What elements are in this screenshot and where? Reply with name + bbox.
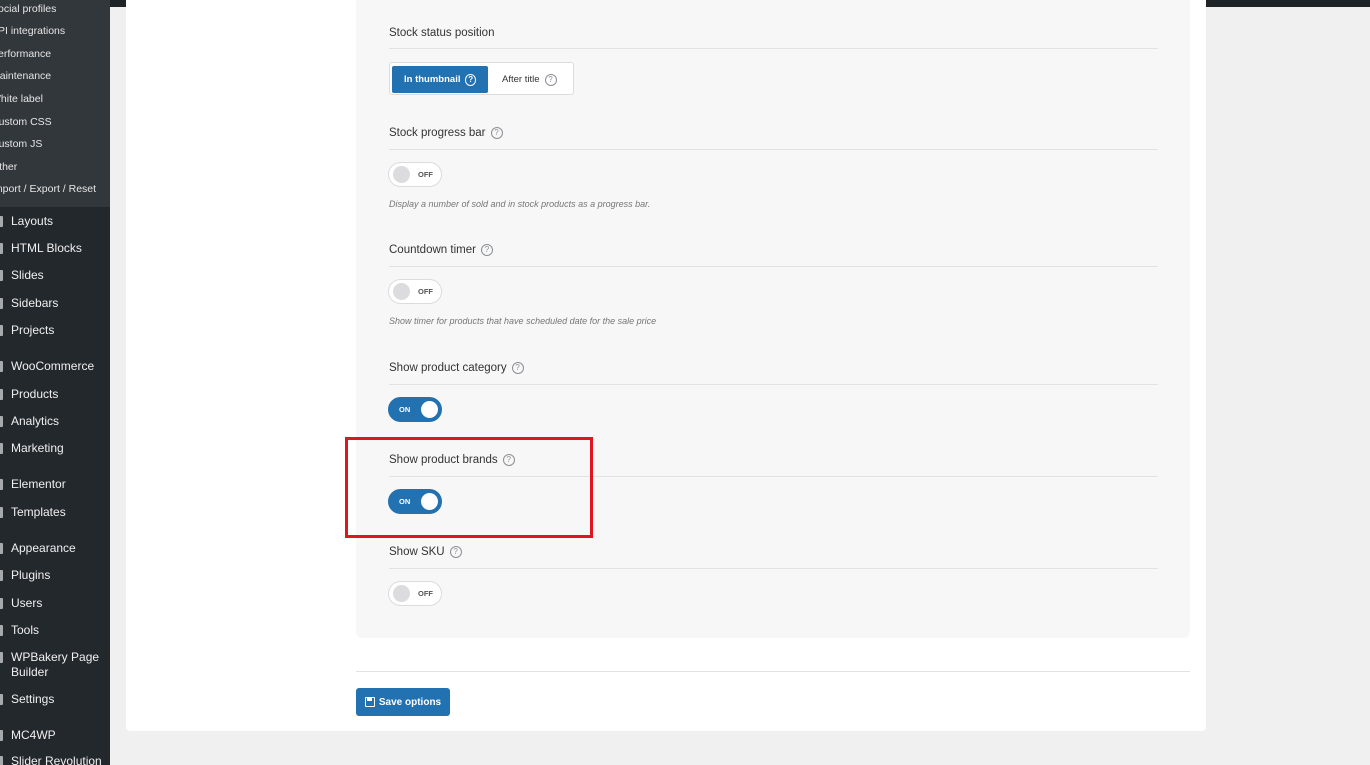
sidebars-icon <box>0 298 3 309</box>
countdown-timer-toggle[interactable]: OFF <box>388 279 442 304</box>
footer-divider <box>356 671 1190 672</box>
stock-progress-bar-toggle[interactable]: OFF <box>388 162 442 187</box>
floppy-disk-icon <box>364 697 375 707</box>
help-icon[interactable]: ? <box>465 73 476 86</box>
products-icon <box>0 389 3 400</box>
help-icon[interactable]: ? <box>511 362 524 374</box>
help-icon[interactable]: ? <box>490 127 503 139</box>
toggle-knob <box>393 283 410 300</box>
submenu-item-performance[interactable]: Performance <box>0 48 51 60</box>
help-icon[interactable]: ? <box>480 244 493 256</box>
marketing-icon <box>0 443 3 454</box>
mc4wp-icon <box>0 730 3 741</box>
divider <box>389 149 1158 150</box>
in-thumbnail-option[interactable]: In thumbnail? <box>392 66 488 93</box>
after-title-option[interactable]: After title? <box>490 66 572 93</box>
divider <box>389 48 1158 49</box>
submenu-item-custom-css[interactable]: Custom CSS <box>0 116 52 128</box>
slides-icon <box>0 270 3 281</box>
plugins-icon <box>0 570 3 581</box>
toggle-knob <box>421 401 438 418</box>
wpbakery-icon <box>0 652 3 663</box>
countdown-timer-description: Show timer for products that have schedu… <box>389 316 657 326</box>
save-options-button[interactable]: Save options <box>356 688 450 716</box>
help-icon[interactable]: ? <box>449 546 462 558</box>
slider-revolution-icon <box>0 756 3 765</box>
submenu-item-import-export-reset[interactable]: Import / Export / Reset <box>0 183 96 195</box>
show-product-category-title: Show product category? <box>389 362 524 374</box>
stock-progress-bar-title: Stock progress bar? <box>389 127 503 139</box>
submenu-item-maintenance[interactable]: Maintenance <box>0 70 51 82</box>
layouts-icon <box>0 216 3 227</box>
stock-status-position-title: Stock status position <box>389 27 495 39</box>
show-sku-toggle[interactable]: OFF <box>388 581 442 606</box>
toggle-knob <box>393 166 410 183</box>
html-blocks-icon <box>0 243 3 254</box>
submenu-item-white-label[interactable]: White label <box>0 93 43 105</box>
users-icon <box>0 598 3 609</box>
woocommerce-icon <box>0 361 3 372</box>
templates-icon <box>0 507 3 518</box>
appearance-icon <box>0 543 3 554</box>
highlight-box <box>345 437 593 538</box>
divider <box>389 568 1158 569</box>
toggle-knob <box>393 585 410 602</box>
submenu-item-api-integrations[interactable]: API integrations <box>0 25 65 37</box>
stock-status-position-selector: In thumbnail? After title? <box>389 62 574 95</box>
projects-icon <box>0 325 3 336</box>
elementor-icon <box>0 479 3 490</box>
settings-icon <box>0 694 3 705</box>
divider <box>389 266 1158 267</box>
submenu-item-social-profiles[interactable]: Social profiles <box>0 3 56 15</box>
tools-icon <box>0 625 3 636</box>
submenu-item-other[interactable]: Other <box>0 161 17 173</box>
theme-settings-submenu: Social profiles API integrations Perform… <box>0 0 110 207</box>
stock-progress-bar-description: Display a number of sold and in stock pr… <box>389 199 651 209</box>
countdown-timer-title: Countdown timer? <box>389 244 493 256</box>
show-product-category-toggle[interactable]: ON <box>388 397 442 422</box>
analytics-icon <box>0 416 3 427</box>
admin-sidebar: Social profiles API integrations Perform… <box>0 0 110 765</box>
divider <box>389 384 1158 385</box>
help-icon[interactable]: ? <box>544 73 557 86</box>
show-sku-title: Show SKU? <box>389 546 462 558</box>
submenu-item-custom-js[interactable]: Custom JS <box>0 138 42 150</box>
